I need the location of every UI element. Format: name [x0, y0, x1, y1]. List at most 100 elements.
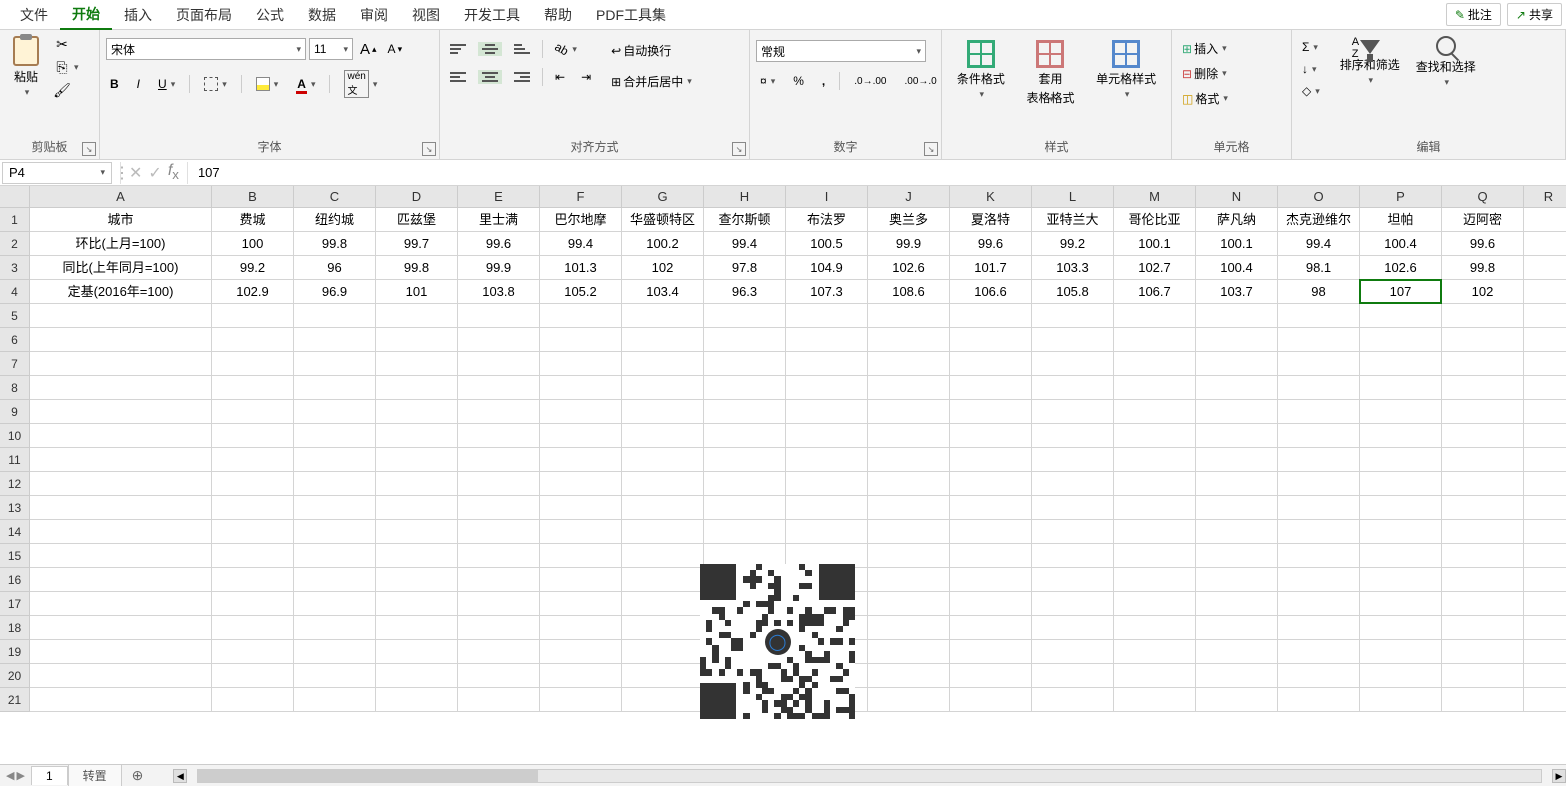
cell[interactable]	[1114, 496, 1196, 520]
cell[interactable]: 99.8	[1442, 256, 1524, 280]
row-header-19[interactable]: 19	[0, 640, 30, 664]
cell[interactable]: 环比(上月=100)	[30, 232, 212, 256]
cell[interactable]	[458, 640, 540, 664]
cell[interactable]: 106.7	[1114, 280, 1196, 304]
cell[interactable]: 101	[376, 280, 458, 304]
cell[interactable]	[212, 424, 294, 448]
cell[interactable]	[786, 496, 868, 520]
add-sheet-button[interactable]: ⊕	[122, 767, 154, 784]
cell[interactable]	[1524, 376, 1566, 400]
cell[interactable]	[294, 544, 376, 568]
align-left-button[interactable]	[446, 70, 470, 84]
hscroll-left[interactable]: ◀	[173, 769, 187, 783]
cell[interactable]	[868, 544, 950, 568]
cell[interactable]	[540, 424, 622, 448]
conditional-format-button[interactable]: 条件格式▾	[951, 38, 1011, 102]
row-header-17[interactable]: 17	[0, 592, 30, 616]
cell[interactable]	[376, 568, 458, 592]
cell[interactable]	[1196, 496, 1278, 520]
cell[interactable]	[1442, 400, 1524, 424]
sheet-nav-prev[interactable]: ◀	[6, 769, 14, 782]
indent-decrease-button[interactable]: ⇤	[551, 68, 569, 86]
menu-data[interactable]: 数据	[296, 1, 348, 29]
cell[interactable]	[1524, 520, 1566, 544]
cell[interactable]	[1524, 544, 1566, 568]
cell[interactable]	[622, 544, 704, 568]
cell[interactable]: 100.4	[1360, 232, 1442, 256]
cell[interactable]	[1524, 232, 1566, 256]
cell[interactable]	[30, 352, 212, 376]
cell[interactable]	[1032, 448, 1114, 472]
cell[interactable]	[540, 304, 622, 328]
bold-button[interactable]: B	[106, 75, 123, 93]
cell[interactable]	[868, 376, 950, 400]
cell[interactable]	[786, 304, 868, 328]
menu-home[interactable]: 开始	[60, 0, 112, 30]
cell[interactable]	[1278, 328, 1360, 352]
cell[interactable]	[540, 616, 622, 640]
format-painter-button[interactable]: 🖌	[50, 80, 83, 100]
cell[interactable]	[540, 496, 622, 520]
cell[interactable]	[1032, 472, 1114, 496]
cell[interactable]	[622, 472, 704, 496]
column-header-N[interactable]: N	[1196, 186, 1278, 207]
cell[interactable]	[1442, 496, 1524, 520]
fill-color-button[interactable]: ▾	[252, 75, 283, 93]
cell[interactable]: 99.2	[212, 256, 294, 280]
cell[interactable]	[376, 592, 458, 616]
cell[interactable]	[1032, 688, 1114, 712]
cell[interactable]	[1442, 352, 1524, 376]
cell[interactable]	[376, 352, 458, 376]
cell[interactable]	[1032, 640, 1114, 664]
cell[interactable]: 亚特兰大	[1032, 208, 1114, 232]
cell[interactable]	[376, 520, 458, 544]
cell[interactable]	[704, 304, 786, 328]
orientation-button[interactable]: ab▾	[551, 40, 581, 58]
cell[interactable]	[212, 328, 294, 352]
cell[interactable]	[1032, 352, 1114, 376]
menu-insert[interactable]: 插入	[112, 1, 164, 29]
cell[interactable]	[950, 352, 1032, 376]
cell[interactable]	[950, 520, 1032, 544]
cell[interactable]: 96	[294, 256, 376, 280]
cell[interactable]	[786, 352, 868, 376]
cell[interactable]	[1524, 640, 1566, 664]
cell[interactable]	[1524, 664, 1566, 688]
cell[interactable]	[212, 688, 294, 712]
font-size-select[interactable]: 11▾	[309, 38, 353, 60]
cell[interactable]	[212, 544, 294, 568]
underline-button[interactable]: U▾	[154, 75, 179, 93]
cell[interactable]	[1524, 400, 1566, 424]
cell[interactable]	[1032, 544, 1114, 568]
cell[interactable]	[868, 352, 950, 376]
cell[interactable]	[950, 544, 1032, 568]
cell[interactable]	[1196, 616, 1278, 640]
cell[interactable]	[1442, 544, 1524, 568]
cell[interactable]: 99.2	[1032, 232, 1114, 256]
cell[interactable]: 99.8	[294, 232, 376, 256]
column-header-O[interactable]: O	[1278, 186, 1360, 207]
cell[interactable]	[1524, 448, 1566, 472]
cell[interactable]	[786, 448, 868, 472]
grid-area[interactable]: ABCDEFGHIJKLMNOPQR 1城市费城纽约城匹兹堡里士满巴尔地摩华盛顿…	[0, 186, 1566, 764]
cell[interactable]	[376, 544, 458, 568]
cell[interactable]	[30, 400, 212, 424]
cell[interactable]	[376, 376, 458, 400]
column-header-L[interactable]: L	[1032, 186, 1114, 207]
cell[interactable]: 102	[622, 256, 704, 280]
column-header-E[interactable]: E	[458, 186, 540, 207]
cell[interactable]	[1196, 592, 1278, 616]
cell[interactable]: 99.4	[540, 232, 622, 256]
cell[interactable]: 99.6	[1442, 232, 1524, 256]
cell[interactable]: 100.5	[786, 232, 868, 256]
cell[interactable]	[1196, 640, 1278, 664]
cell[interactable]	[1114, 448, 1196, 472]
cell[interactable]	[950, 688, 1032, 712]
cell[interactable]	[704, 352, 786, 376]
cell[interactable]	[540, 592, 622, 616]
cell[interactable]	[1442, 328, 1524, 352]
cell[interactable]	[1360, 520, 1442, 544]
cell[interactable]	[1032, 568, 1114, 592]
comma-button[interactable]: ,	[818, 72, 829, 90]
number-format-select[interactable]: 常规▾	[756, 40, 926, 62]
